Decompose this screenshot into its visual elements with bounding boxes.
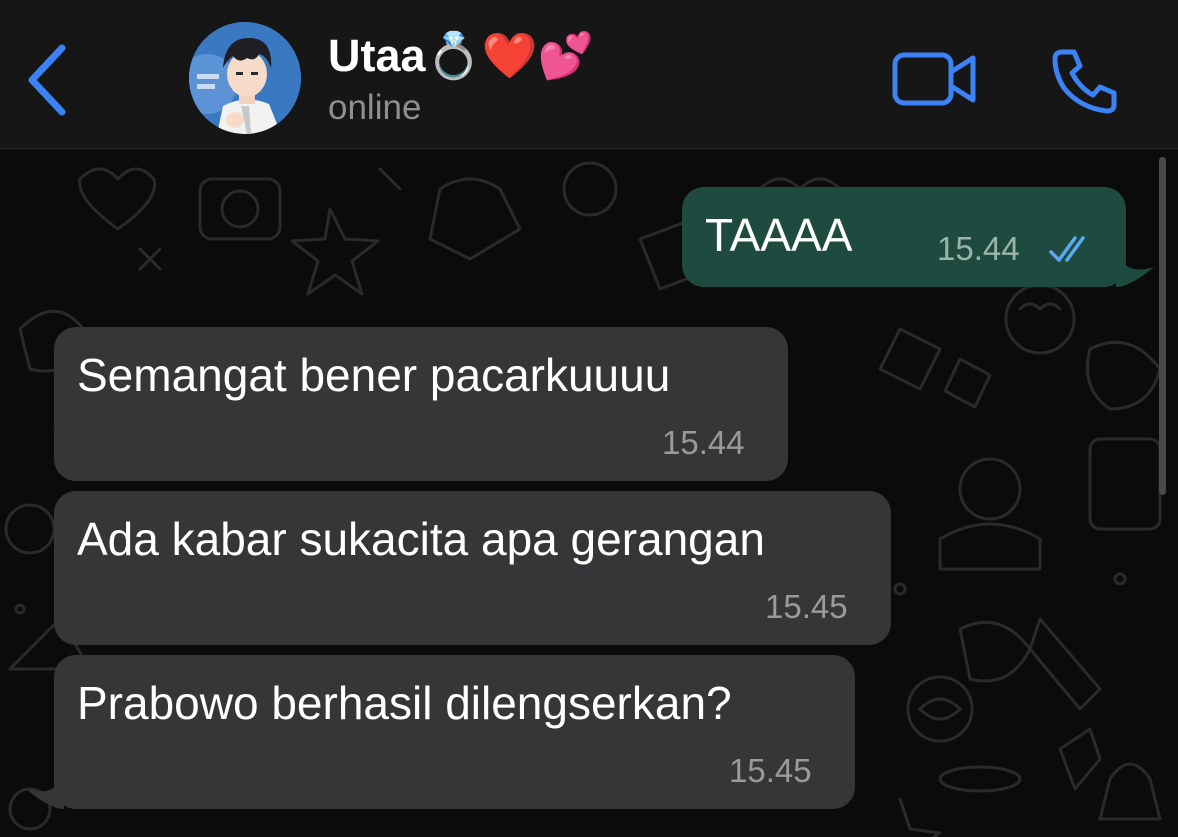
video-camera-icon (892, 52, 976, 106)
avatar[interactable] (189, 22, 301, 134)
message-bubble-outgoing[interactable]: TAAAA 15.44 (682, 187, 1126, 287)
bubble-tail-incoming (26, 769, 64, 809)
message-time: 15.45 (765, 588, 848, 625)
message-text: Ada kabar sukacita apa gerangan (77, 513, 765, 565)
chat-header: Utaa💍❤️💕 online (0, 0, 1178, 149)
message-text: Semangat bener pacarkuuuu (77, 349, 671, 401)
chevron-left-icon (28, 44, 66, 116)
scrollbar[interactable] (1159, 157, 1166, 495)
back-button[interactable] (22, 40, 72, 120)
video-call-button[interactable] (890, 48, 980, 110)
message-time: 15.45 (729, 752, 812, 789)
double-check-icon (1049, 236, 1085, 262)
avatar-image (189, 22, 301, 134)
message-time: 15.44 (937, 230, 1020, 267)
phone-icon (1052, 49, 1117, 114)
chat-area: TAAAA 15.44 Semangat bener pacarkuuuu 15… (0, 149, 1178, 837)
contact-name[interactable]: Utaa💍❤️💕 (328, 28, 594, 84)
contact-status: online (328, 88, 422, 127)
message-time: 15.44 (662, 424, 745, 461)
message-bubble-incoming[interactable]: Semangat bener pacarkuuuu 15.44 (54, 327, 788, 481)
message-bubble-incoming[interactable]: Prabowo berhasil dilengserkan? 15.45 (54, 655, 855, 809)
message-bubble-incoming[interactable]: Ada kabar sukacita apa gerangan 15.45 (54, 491, 891, 645)
message-text: TAAAA (705, 209, 853, 261)
bubble-tail-outgoing (1116, 247, 1154, 287)
message-text: Prabowo berhasil dilengserkan? (77, 677, 732, 729)
voice-call-button[interactable] (1050, 46, 1120, 116)
